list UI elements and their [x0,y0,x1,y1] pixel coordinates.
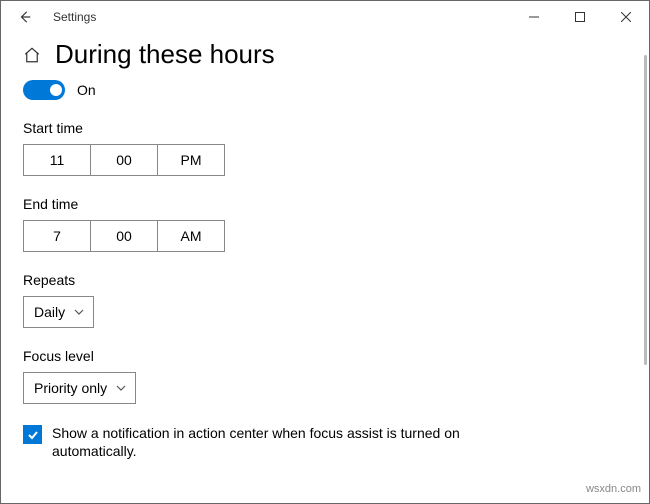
start-minute[interactable]: 00 [90,144,158,176]
notification-checkbox-row: Show a notification in action center whe… [23,424,543,460]
start-meridiem[interactable]: PM [157,144,225,176]
chevron-down-icon [115,382,127,394]
end-time-picker: 7 00 AM [23,220,627,252]
minimize-icon [529,12,539,22]
back-arrow-icon [18,10,32,24]
on-off-toggle[interactable] [23,80,65,100]
start-time-picker: 11 00 PM [23,144,627,176]
checkmark-icon [27,429,39,441]
window-title: Settings [53,10,96,24]
title-bar: Settings [1,1,649,33]
start-time-label: Start time [23,120,627,136]
end-hour[interactable]: 7 [23,220,91,252]
notification-checkbox-label: Show a notification in action center whe… [52,424,543,460]
toggle-label: On [77,82,96,98]
close-icon [621,12,631,22]
focus-level-dropdown[interactable]: Priority only [23,372,136,404]
notification-checkbox[interactable] [23,425,42,444]
toggle-knob [50,84,62,96]
content-area: During these hours On Start time 11 00 P… [1,33,649,478]
page-title: During these hours [55,39,275,70]
repeats-dropdown[interactable]: Daily [23,296,94,328]
close-button[interactable] [603,1,649,33]
chevron-down-icon [73,306,85,318]
minimize-button[interactable] [511,1,557,33]
focus-level-value: Priority only [34,380,107,396]
focus-level-label: Focus level [23,348,627,364]
repeats-label: Repeats [23,272,627,288]
watermark: wsxdn.com [586,483,641,495]
start-hour[interactable]: 11 [23,144,91,176]
end-time-label: End time [23,196,627,212]
end-minute[interactable]: 00 [90,220,158,252]
toggle-row: On [23,80,627,100]
maximize-icon [575,12,585,22]
repeats-value: Daily [34,304,65,320]
end-meridiem[interactable]: AM [157,220,225,252]
back-button[interactable] [13,5,37,29]
page-header: During these hours [23,39,627,70]
maximize-button[interactable] [557,1,603,33]
home-icon[interactable] [23,46,41,64]
